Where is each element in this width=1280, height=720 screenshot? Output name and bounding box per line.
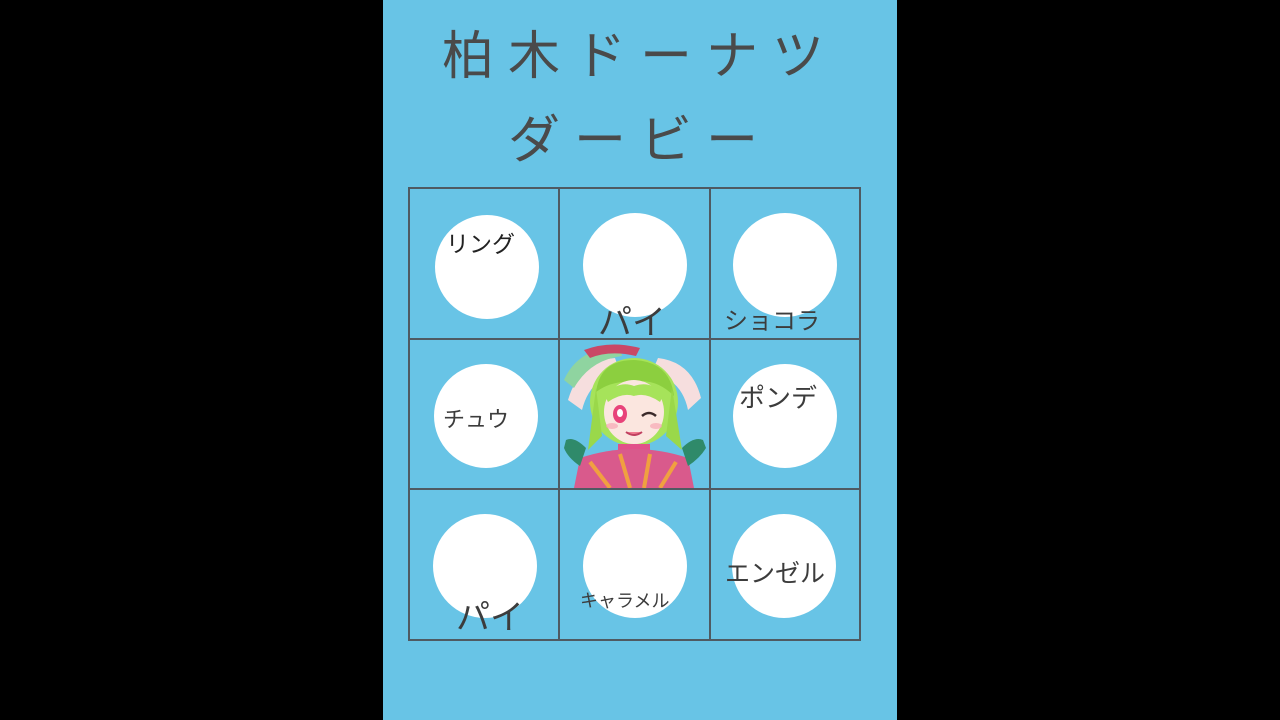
cell-label: ポンデ bbox=[739, 384, 818, 414]
title-line-2: ダービー bbox=[507, 111, 772, 171]
bingo-cell-pie-bottom[interactable]: パイ bbox=[410, 490, 560, 639]
cell-label: リング bbox=[446, 232, 515, 258]
bingo-cell-ring[interactable]: リング bbox=[410, 189, 560, 340]
bingo-cell-caramel[interactable]: キャラメル bbox=[560, 490, 711, 639]
cell-label: ショコラ bbox=[724, 307, 820, 335]
avatar bbox=[560, 340, 709, 488]
bingo-cell-ponde[interactable]: ポンデ bbox=[711, 340, 859, 490]
cell-label: パイ bbox=[456, 598, 524, 638]
cell-label: キャラメル bbox=[580, 591, 670, 612]
bingo-cell-chu[interactable]: チュウ bbox=[410, 340, 560, 490]
cell-label: パイ bbox=[598, 303, 666, 343]
bingo-grid: リング パイ ショコラ チュウ ポンデ パイ キャラメル エンゼル bbox=[408, 187, 861, 641]
cell-label: エンゼル bbox=[725, 559, 826, 588]
title-line-1: 柏木ドーナツ bbox=[441, 27, 838, 87]
bingo-cell-angel[interactable]: エンゼル bbox=[711, 490, 859, 639]
bingo-cell-free[interactable] bbox=[560, 340, 711, 490]
bingo-cell-pie-top[interactable]: パイ bbox=[560, 189, 711, 343]
bingo-cell-chocolat[interactable]: ショコラ bbox=[711, 189, 859, 340]
cell-label: チュウ bbox=[443, 408, 510, 433]
